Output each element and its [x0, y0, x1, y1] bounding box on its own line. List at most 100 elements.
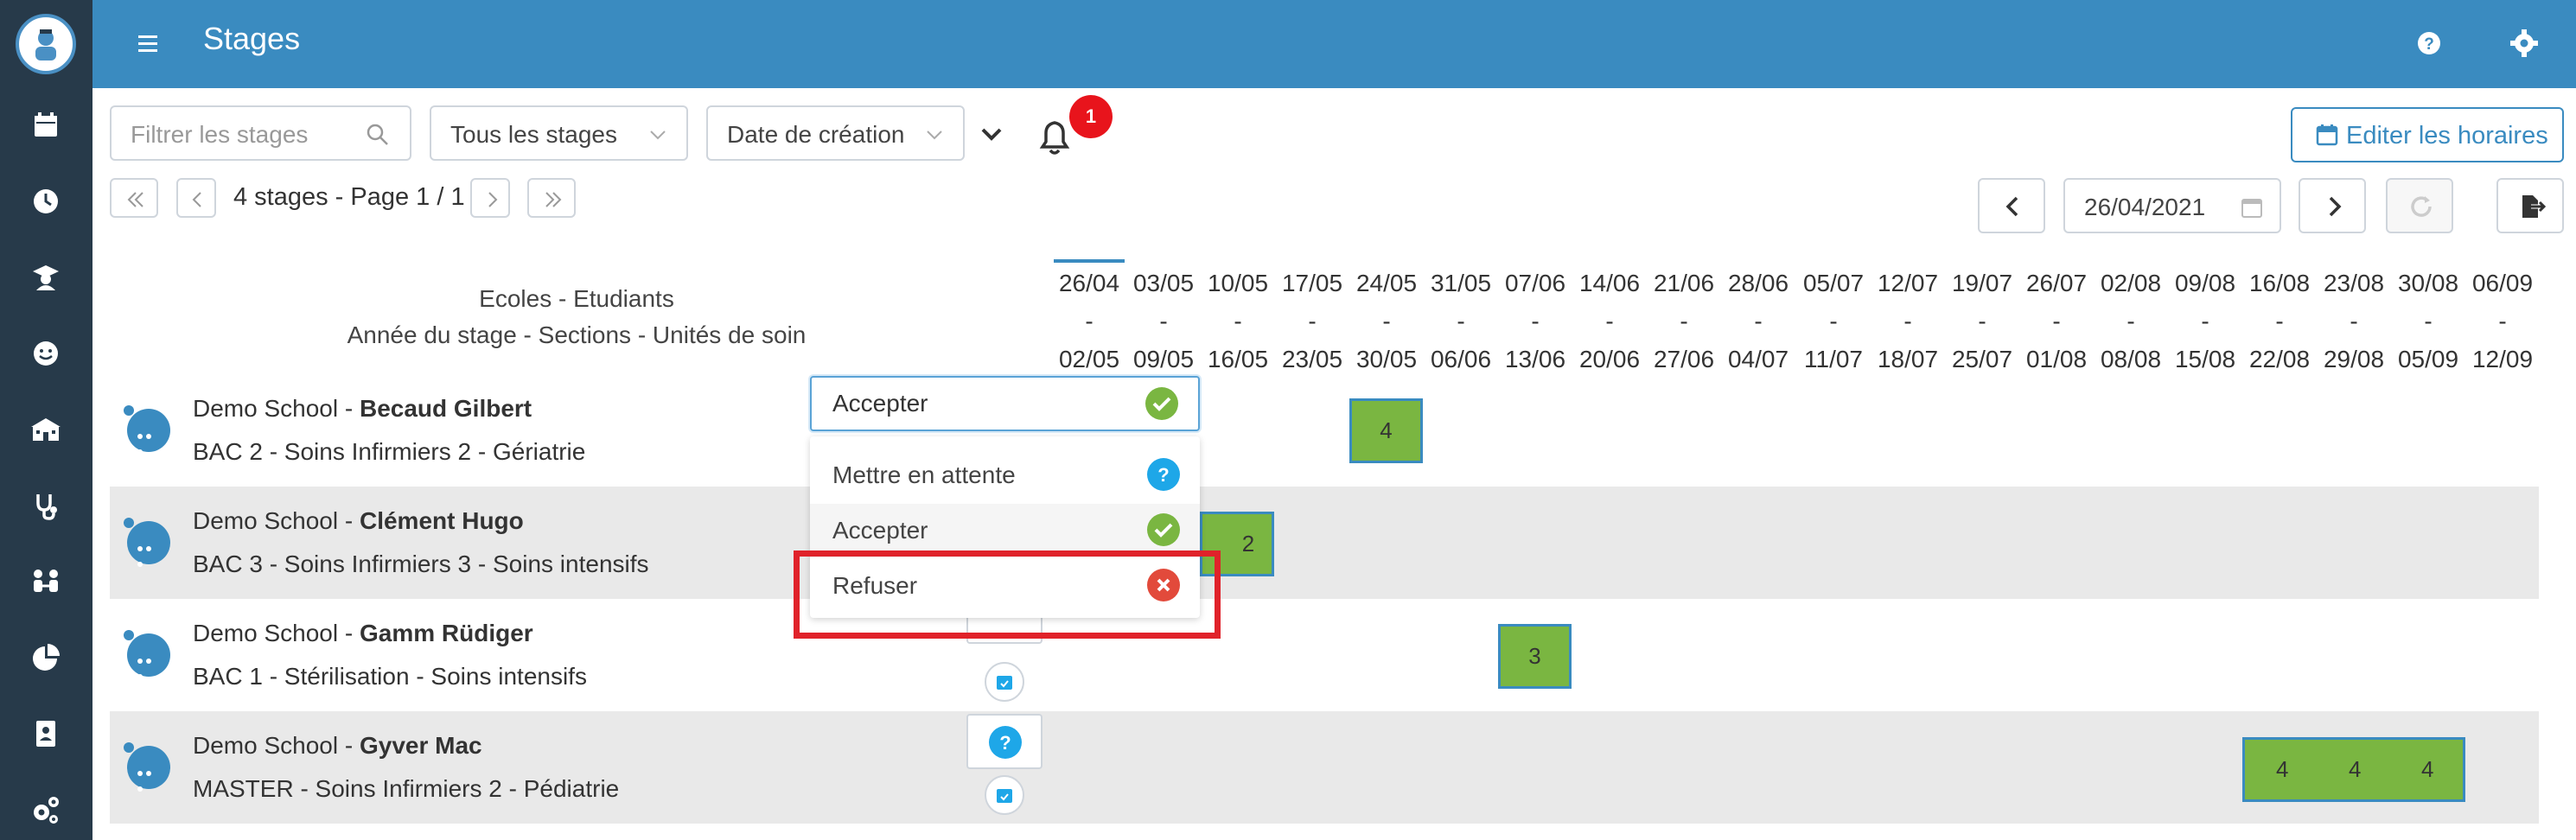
- school-icon[interactable]: [24, 408, 67, 451]
- student-actions-button[interactable]: [124, 405, 170, 455]
- gear-icon[interactable]: [2507, 26, 2541, 60]
- week-start-date: 19/07: [1951, 270, 2013, 296]
- week-end-date: 06/06: [1430, 346, 1492, 372]
- sort-direction-chevron-icon[interactable]: [978, 121, 1005, 149]
- export-button[interactable]: [2496, 178, 2564, 233]
- people-icon[interactable]: [24, 560, 67, 603]
- date-input[interactable]: 26/04/2021: [2063, 178, 2281, 233]
- help-icon[interactable]: ?: [2412, 26, 2446, 60]
- pie-chart-icon[interactable]: [24, 636, 67, 679]
- week-start-date: 24/05: [1355, 270, 1418, 296]
- top-bar: [92, 0, 2576, 88]
- student-school-name: Demo School - Becaud Gilbert: [193, 395, 532, 423]
- week-end-date: 18/07: [1877, 346, 1939, 372]
- next-week-button[interactable]: [2299, 178, 2366, 233]
- week-separator: -: [2275, 308, 2284, 334]
- status-select[interactable]: Accepter: [810, 376, 1200, 431]
- week-start-date: 16/08: [2248, 270, 2311, 296]
- week-separator: -: [2350, 308, 2358, 334]
- calendar-check-icon: [997, 789, 1012, 803]
- student-actions-button[interactable]: [124, 518, 170, 567]
- status-option-accept[interactable]: Accepter: [810, 504, 1200, 557]
- svg-text:?: ?: [999, 732, 1011, 754]
- logo-icon[interactable]: [16, 14, 76, 74]
- week-start-date: 31/05: [1430, 270, 1492, 296]
- stage-cell[interactable]: 3: [1498, 624, 1572, 689]
- stethoscope-icon[interactable]: [24, 484, 67, 527]
- table-row: [110, 599, 2539, 711]
- status-box[interactable]: ?: [966, 714, 1043, 769]
- last-page-button[interactable]: [527, 178, 576, 218]
- prev-page-button[interactable]: [176, 178, 216, 218]
- week-separator: -: [1308, 308, 1317, 334]
- graduate-icon[interactable]: [24, 256, 67, 299]
- week-column-header: 12/07 - 18/07: [1871, 264, 1945, 379]
- week-start-date: 21/06: [1653, 270, 1715, 296]
- week-separator: -: [2424, 308, 2433, 334]
- student-details: BAC 1 - Stérilisation - Soins intensifs: [193, 663, 587, 690]
- stage-cell[interactable]: 4: [1349, 398, 1423, 463]
- week-column-header: 05/07 - 11/07: [1796, 264, 1871, 379]
- week-column-header: 26/07 - 01/08: [2019, 264, 2094, 379]
- refresh-button[interactable]: [2386, 178, 2453, 233]
- edit-schedule-button[interactable]: Editer les horaires: [2291, 107, 2564, 162]
- svg-text:?: ?: [1157, 464, 1169, 486]
- search-icon: [367, 124, 388, 145]
- week-column-header: 10/05 - 16/05: [1201, 264, 1275, 379]
- student-actions-button[interactable]: [124, 630, 170, 679]
- week-separator: -: [1159, 308, 1168, 334]
- check-icon: [1147, 513, 1180, 546]
- week-separator: -: [2498, 308, 2507, 334]
- week-end-date: 12/09: [2471, 346, 2534, 372]
- week-column-header: 03/05 - 09/05: [1126, 264, 1201, 379]
- calendar-icon[interactable]: [24, 104, 67, 147]
- week-start-date: 09/08: [2174, 270, 2236, 296]
- week-end-date: 11/07: [1804, 346, 1863, 372]
- week-separator: -: [2052, 308, 2061, 334]
- week-end-date: 30/05: [1355, 346, 1418, 372]
- week-column-header: 31/05 - 06/06: [1424, 264, 1498, 379]
- week-end-date: 16/05: [1207, 346, 1269, 372]
- week-start-date: 10/05: [1207, 270, 1269, 296]
- sort-select[interactable]: Date de création: [706, 105, 965, 161]
- first-page-button[interactable]: [110, 178, 158, 218]
- week-column-header: 30/08 - 05/09: [2391, 264, 2465, 379]
- week-start-date: 26/07: [2025, 270, 2088, 296]
- week-end-date: 29/08: [2323, 346, 2385, 372]
- student-actions-button[interactable]: [124, 742, 170, 792]
- check-icon: [1145, 387, 1178, 420]
- calendar-check-button[interactable]: [985, 775, 1024, 815]
- prev-week-button[interactable]: [1978, 178, 2045, 233]
- week-separator: -: [1903, 308, 1912, 334]
- menu-icon[interactable]: [135, 29, 163, 57]
- week-column-header: 26/04 - 02/05: [1052, 264, 1126, 379]
- filter-input[interactable]: Filtrer les stages: [110, 105, 411, 161]
- week-end-date: 02/05: [1058, 346, 1120, 372]
- status-option-pending[interactable]: Mettre en attente ?: [810, 449, 1200, 502]
- week-column-header: 17/05 - 23/05: [1275, 264, 1349, 379]
- clock-icon[interactable]: [24, 180, 67, 223]
- next-page-button[interactable]: [470, 178, 510, 218]
- chevron-down-icon: [650, 130, 666, 140]
- week-separator: -: [1754, 308, 1763, 334]
- pagination-info: 4 stages - Page 1 / 1: [233, 183, 465, 211]
- question-icon: ?: [989, 726, 1022, 759]
- week-separator: -: [2126, 308, 2135, 334]
- stages-filter-select[interactable]: Tous les stages: [430, 105, 688, 161]
- smile-icon[interactable]: [24, 332, 67, 375]
- week-column-header: 23/08 - 29/08: [2317, 264, 2391, 379]
- calendar-check-button[interactable]: [985, 662, 1024, 702]
- refresh-icon: [2411, 196, 2432, 217]
- week-column-header: 19/07 - 25/07: [1945, 264, 2019, 379]
- week-column-header: 24/05 - 30/05: [1349, 264, 1424, 379]
- week-end-date: 25/07: [1951, 346, 2013, 372]
- settings-gears-icon[interactable]: [24, 788, 67, 831]
- more-icon: [137, 652, 160, 679]
- week-separator: -: [1531, 308, 1540, 334]
- week-column-header: 09/08 - 15/08: [2168, 264, 2242, 379]
- week-separator: -: [1605, 308, 1614, 334]
- week-start-date: 28/06: [1727, 270, 1789, 296]
- contact-card-icon[interactable]: [24, 712, 67, 755]
- chevron-down-icon: [927, 130, 942, 140]
- stage-cell-group[interactable]: 4 4 4: [2242, 737, 2465, 802]
